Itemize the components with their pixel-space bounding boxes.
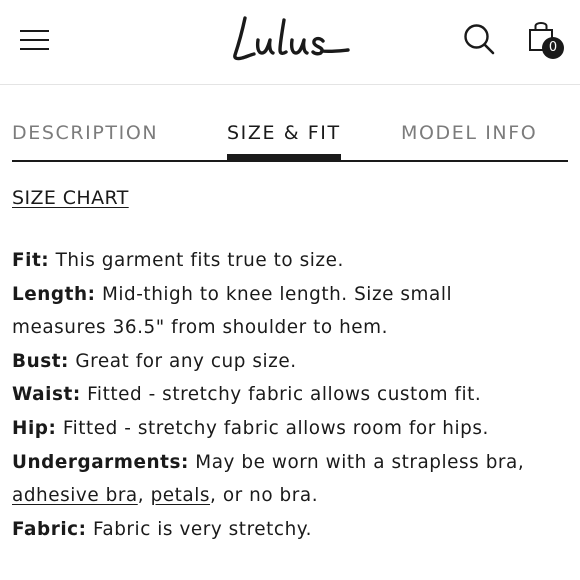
petals-link[interactable]: petals <box>151 485 210 506</box>
fabric-text: Fabric is very stretchy. <box>86 518 312 540</box>
adhesive-bra-link[interactable]: adhesive bra <box>12 485 138 506</box>
length-label: Length: <box>12 283 96 305</box>
size-fit-details: Fit: This garment fits true to size. Len… <box>12 244 572 546</box>
lulus-logo[interactable] <box>230 6 355 70</box>
hip-detail: Hip: Fitted - stretchy fabric allows roo… <box>12 412 572 446</box>
undergarments-separator: , <box>137 485 151 507</box>
undergarments-text-end: , or no bra. <box>210 485 319 507</box>
tab-model-info[interactable]: MODEL INFO <box>401 122 537 144</box>
size-chart-link[interactable]: SIZE CHART <box>12 187 129 209</box>
length-detail-continued: measures 36.5" from shoulder to hem. <box>12 311 572 345</box>
site-header: 0 <box>0 0 580 85</box>
fit-detail: Fit: This garment fits true to size. <box>12 244 572 278</box>
cart-count-badge: 0 <box>542 37 564 59</box>
hamburger-menu-icon[interactable] <box>20 28 50 52</box>
fit-text: This garment fits true to size. <box>49 250 344 271</box>
fit-label: Fit: <box>12 250 50 271</box>
waist-text: Fitted - stretchy fabric allows custom f… <box>80 384 482 406</box>
bust-text: Great for any cup size. <box>68 350 297 372</box>
waist-label: Waist: <box>12 384 81 406</box>
length-detail: Length: Mid-thigh to knee length. Size s… <box>12 278 572 312</box>
undergarments-label: Undergarments: <box>12 451 189 473</box>
bust-detail: Bust: Great for any cup size. <box>12 345 572 379</box>
tab-description[interactable]: DESCRIPTION <box>12 122 158 144</box>
fabric-label: Fabric: <box>12 518 87 540</box>
product-tabs: DESCRIPTION SIZE & FIT MODEL INFO <box>12 118 568 162</box>
search-icon[interactable] <box>462 22 496 56</box>
length-text: Mid-thigh to knee length. Size small <box>95 283 453 305</box>
fabric-detail: Fabric: Fabric is very stretchy. <box>12 513 572 547</box>
tab-size-fit[interactable]: SIZE & FIT <box>227 122 341 144</box>
hip-text: Fitted - stretchy fabric allows room for… <box>56 417 489 439</box>
bust-label: Bust: <box>12 350 69 372</box>
length-text-continued: measures 36.5" from shoulder to hem. <box>12 317 389 339</box>
undergarments-detail: Undergarments: May be worn with a strapl… <box>12 446 572 480</box>
shopping-bag-button[interactable]: 0 <box>524 18 570 64</box>
undergarments-text: May be worn with a strapless bra, <box>188 451 525 473</box>
undergarments-detail-continued: adhesive bra, petals, or no bra. <box>12 479 572 513</box>
waist-detail: Waist: Fitted - stretchy fabric allows c… <box>12 378 572 412</box>
active-tab-indicator <box>227 154 341 160</box>
hip-label: Hip: <box>12 417 57 439</box>
